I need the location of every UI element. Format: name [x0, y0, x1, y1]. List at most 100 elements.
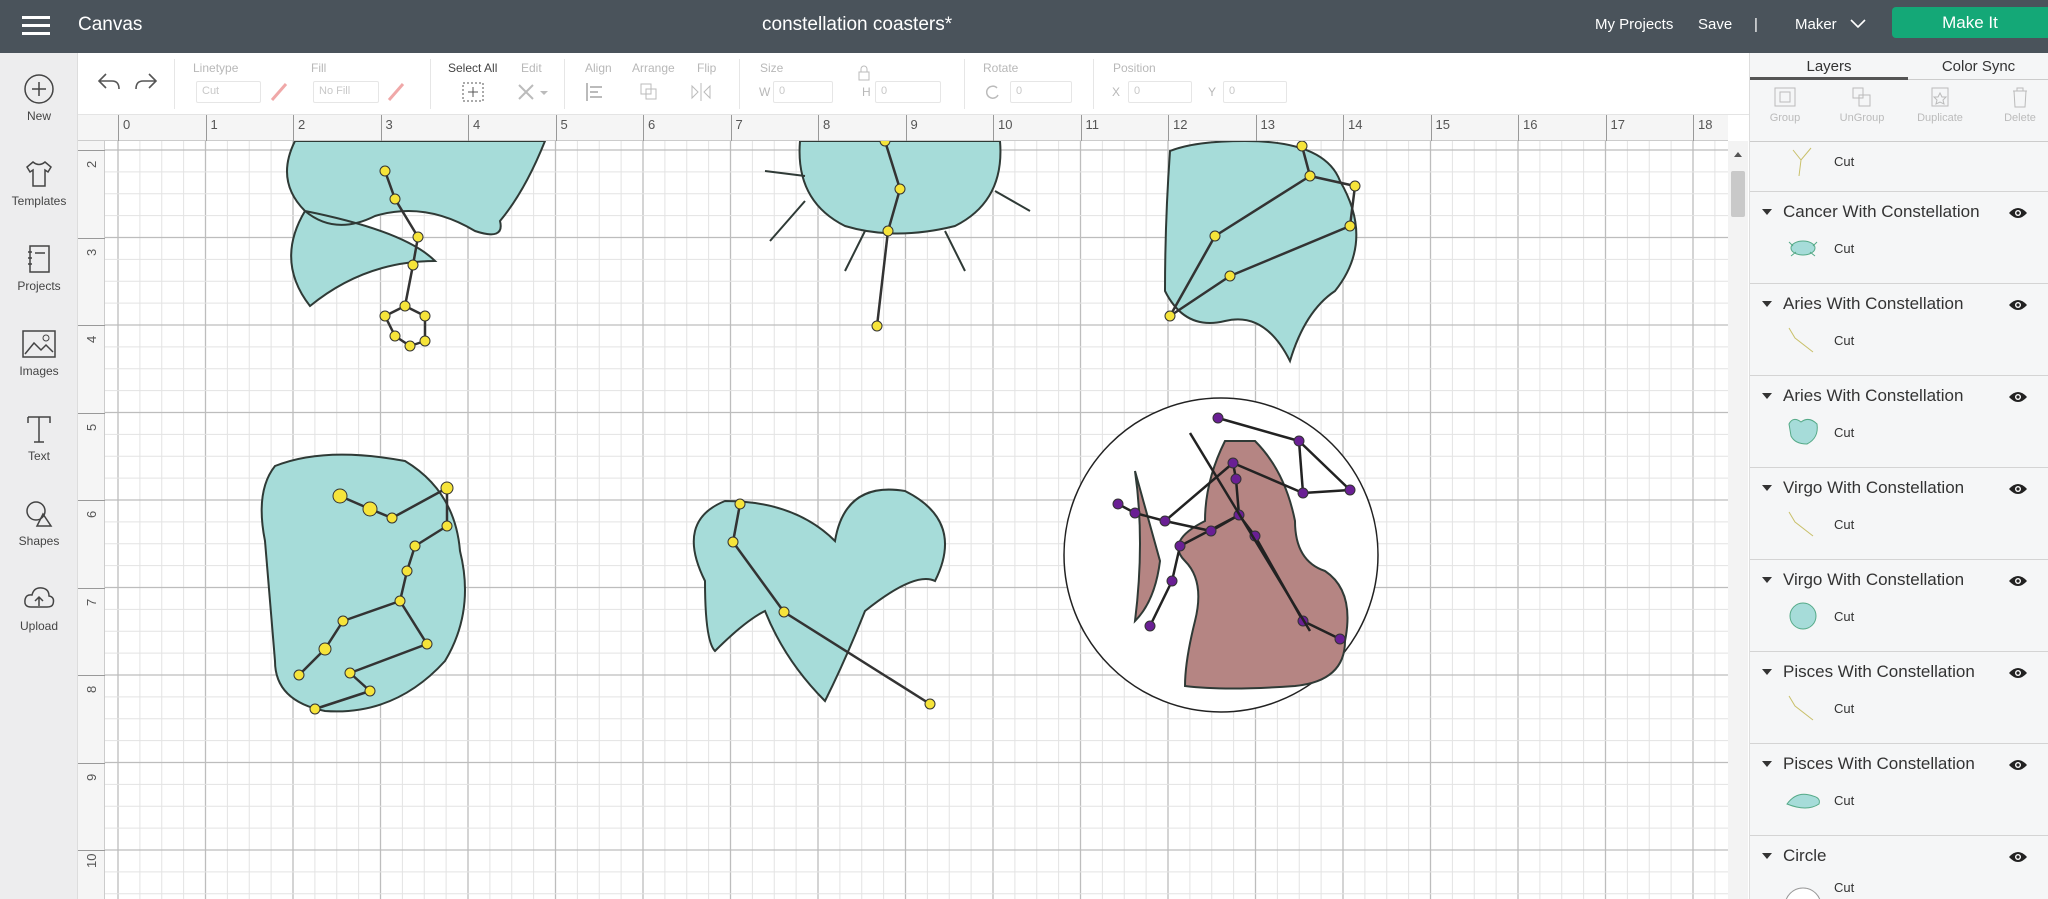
- canvas-scrollbar[interactable]: [1728, 141, 1748, 899]
- hamburger-icon[interactable]: [22, 15, 50, 37]
- layer-item[interactable]: Aries With Constellation Cut: [1750, 376, 2048, 468]
- eye-icon[interactable]: [2008, 482, 2028, 496]
- ruler-label: 4: [473, 117, 481, 132]
- sidebar-item-text[interactable]: Text: [0, 413, 78, 493]
- lock-icon[interactable]: [857, 65, 871, 81]
- ungroup-label: UnGroup: [1839, 112, 1885, 124]
- select-all-button[interactable]: Select All: [448, 61, 497, 75]
- virgo-constellation-star: [386, 512, 398, 524]
- sidebar-label: Text: [27, 449, 50, 463]
- virgo-constellation-star: [309, 703, 321, 715]
- collapse-arrow-icon[interactable]: [1762, 301, 1772, 307]
- align-icon[interactable]: [584, 81, 618, 103]
- machine-select[interactable]: Maker: [1795, 16, 1837, 33]
- chevron-down-icon[interactable]: [1850, 19, 1866, 29]
- group-button[interactable]: Group: [1750, 85, 1820, 124]
- ruler-tick: [118, 115, 119, 141]
- duplicate-button[interactable]: Duplicate: [1905, 85, 1975, 124]
- arrange-button[interactable]: Arrange: [632, 61, 675, 75]
- rotate-input[interactable]: 0: [1010, 81, 1072, 103]
- size-label: Size: [760, 61, 784, 75]
- sidebar-item-upload[interactable]: Upload: [0, 583, 78, 663]
- collapse-arrow-icon[interactable]: [1762, 577, 1772, 583]
- sidebar-item-projects[interactable]: Projects: [0, 243, 78, 323]
- collapse-arrow-icon[interactable]: [1762, 393, 1772, 399]
- redo-icon[interactable]: [133, 71, 159, 93]
- height-input[interactable]: 0: [875, 81, 941, 103]
- group-label: Group: [1769, 112, 1801, 124]
- linetype-color-swatch[interactable]: [268, 81, 290, 103]
- my-projects-link[interactable]: My Projects: [1595, 16, 1673, 33]
- eye-icon[interactable]: [2008, 666, 2028, 680]
- edit-tools-icon[interactable]: [516, 81, 550, 103]
- collapse-arrow-icon[interactable]: [1762, 209, 1772, 215]
- layer-item-partial[interactable]: Cut: [1750, 142, 2048, 192]
- sidebar-item-shapes[interactable]: Shapes: [0, 498, 78, 578]
- flip-icon[interactable]: [690, 81, 724, 103]
- fill-select[interactable]: No Fill: [313, 81, 379, 103]
- fish-thumbnail: [1786, 793, 1820, 809]
- layer-item[interactable]: Pisces With Constellation Cut: [1750, 744, 2048, 836]
- width-input[interactable]: 0: [773, 81, 833, 103]
- collapse-arrow-icon[interactable]: [1762, 669, 1772, 675]
- fill-color-swatch[interactable]: [385, 81, 407, 103]
- ruler-label: 9: [84, 773, 99, 781]
- layer-item[interactable]: Virgo With Constellation Cut: [1750, 468, 2048, 560]
- trash-icon: [2013, 87, 2027, 108]
- ram-thumbnail: [1788, 418, 1818, 445]
- app-name: Canvas: [78, 14, 143, 35]
- tab-layers[interactable]: Layers: [1750, 53, 1908, 80]
- arrange-icon[interactable]: [638, 81, 672, 103]
- layer-list[interactable]: Cut Cancer With Constellation Cut Aries …: [1750, 141, 2048, 899]
- layer-operation: Cut: [1834, 701, 1855, 716]
- project-title[interactable]: constellation coasters*: [762, 14, 952, 36]
- ruler-label: 14: [1348, 117, 1363, 132]
- scrollbar-thumb[interactable]: [1731, 171, 1745, 217]
- edit-button[interactable]: Edit: [521, 61, 542, 75]
- collapse-arrow-icon[interactable]: [1762, 853, 1772, 859]
- linetype-select[interactable]: Cut: [196, 81, 261, 103]
- flip-button[interactable]: Flip: [697, 61, 716, 75]
- layer-operation: Cut: [1834, 793, 1855, 808]
- layer-item[interactable]: Cancer With Constellation Cut: [1750, 192, 2048, 284]
- layer-item[interactable]: Circle Cut: [1750, 836, 2048, 899]
- sidebar-item-new[interactable]: New: [0, 73, 78, 153]
- collapse-arrow-icon[interactable]: [1762, 761, 1772, 767]
- ruler-label: 11: [1085, 117, 1100, 132]
- ungroup-button[interactable]: UnGroup: [1827, 85, 1897, 124]
- eye-icon[interactable]: [2008, 850, 2028, 864]
- layer-item[interactable]: Pisces With Constellation Cut: [1750, 652, 2048, 744]
- cancer-constellation-line: [875, 230, 890, 327]
- undo-icon[interactable]: [96, 71, 122, 93]
- make-it-button[interactable]: Make It: [1892, 7, 2048, 38]
- sidebar-item-templates[interactable]: Templates: [0, 158, 78, 238]
- divider: [964, 59, 965, 109]
- virgo-thumbnail: [1789, 602, 1817, 630]
- eye-icon[interactable]: [2008, 758, 2028, 772]
- ruler-tick: [293, 115, 294, 141]
- select-all-icon[interactable]: [461, 81, 485, 103]
- cancer-constellation-star: [882, 225, 894, 237]
- leo-constellation-star: [1224, 270, 1236, 282]
- layer-item[interactable]: Aries With Constellation Cut: [1750, 284, 2048, 376]
- eye-icon[interactable]: [2008, 206, 2028, 220]
- collapse-arrow-icon[interactable]: [1762, 485, 1772, 491]
- sidebar-item-images[interactable]: Images: [0, 328, 78, 408]
- save-button[interactable]: Save: [1698, 16, 1732, 33]
- eye-icon[interactable]: [2008, 298, 2028, 312]
- tab-color-sync[interactable]: Color Sync: [1908, 53, 2048, 80]
- delete-button[interactable]: Delete: [1985, 85, 2048, 124]
- eye-icon[interactable]: [2008, 574, 2028, 588]
- eye-icon[interactable]: [2008, 390, 2028, 404]
- image-icon: [22, 330, 56, 358]
- fill-label: Fill: [311, 61, 327, 75]
- layer-item[interactable]: Virgo With Constellation Cut: [1750, 560, 2048, 652]
- align-button[interactable]: Align: [585, 61, 612, 75]
- pisces-constellation-star: [419, 335, 431, 347]
- x-position-input[interactable]: 0: [1128, 81, 1192, 103]
- ruler-tick: [1343, 115, 1344, 141]
- ruler-tick: [205, 115, 207, 141]
- design-canvas[interactable]: [105, 141, 1728, 899]
- y-position-input[interactable]: 0: [1223, 81, 1287, 103]
- pisces-constellation-star: [407, 259, 419, 271]
